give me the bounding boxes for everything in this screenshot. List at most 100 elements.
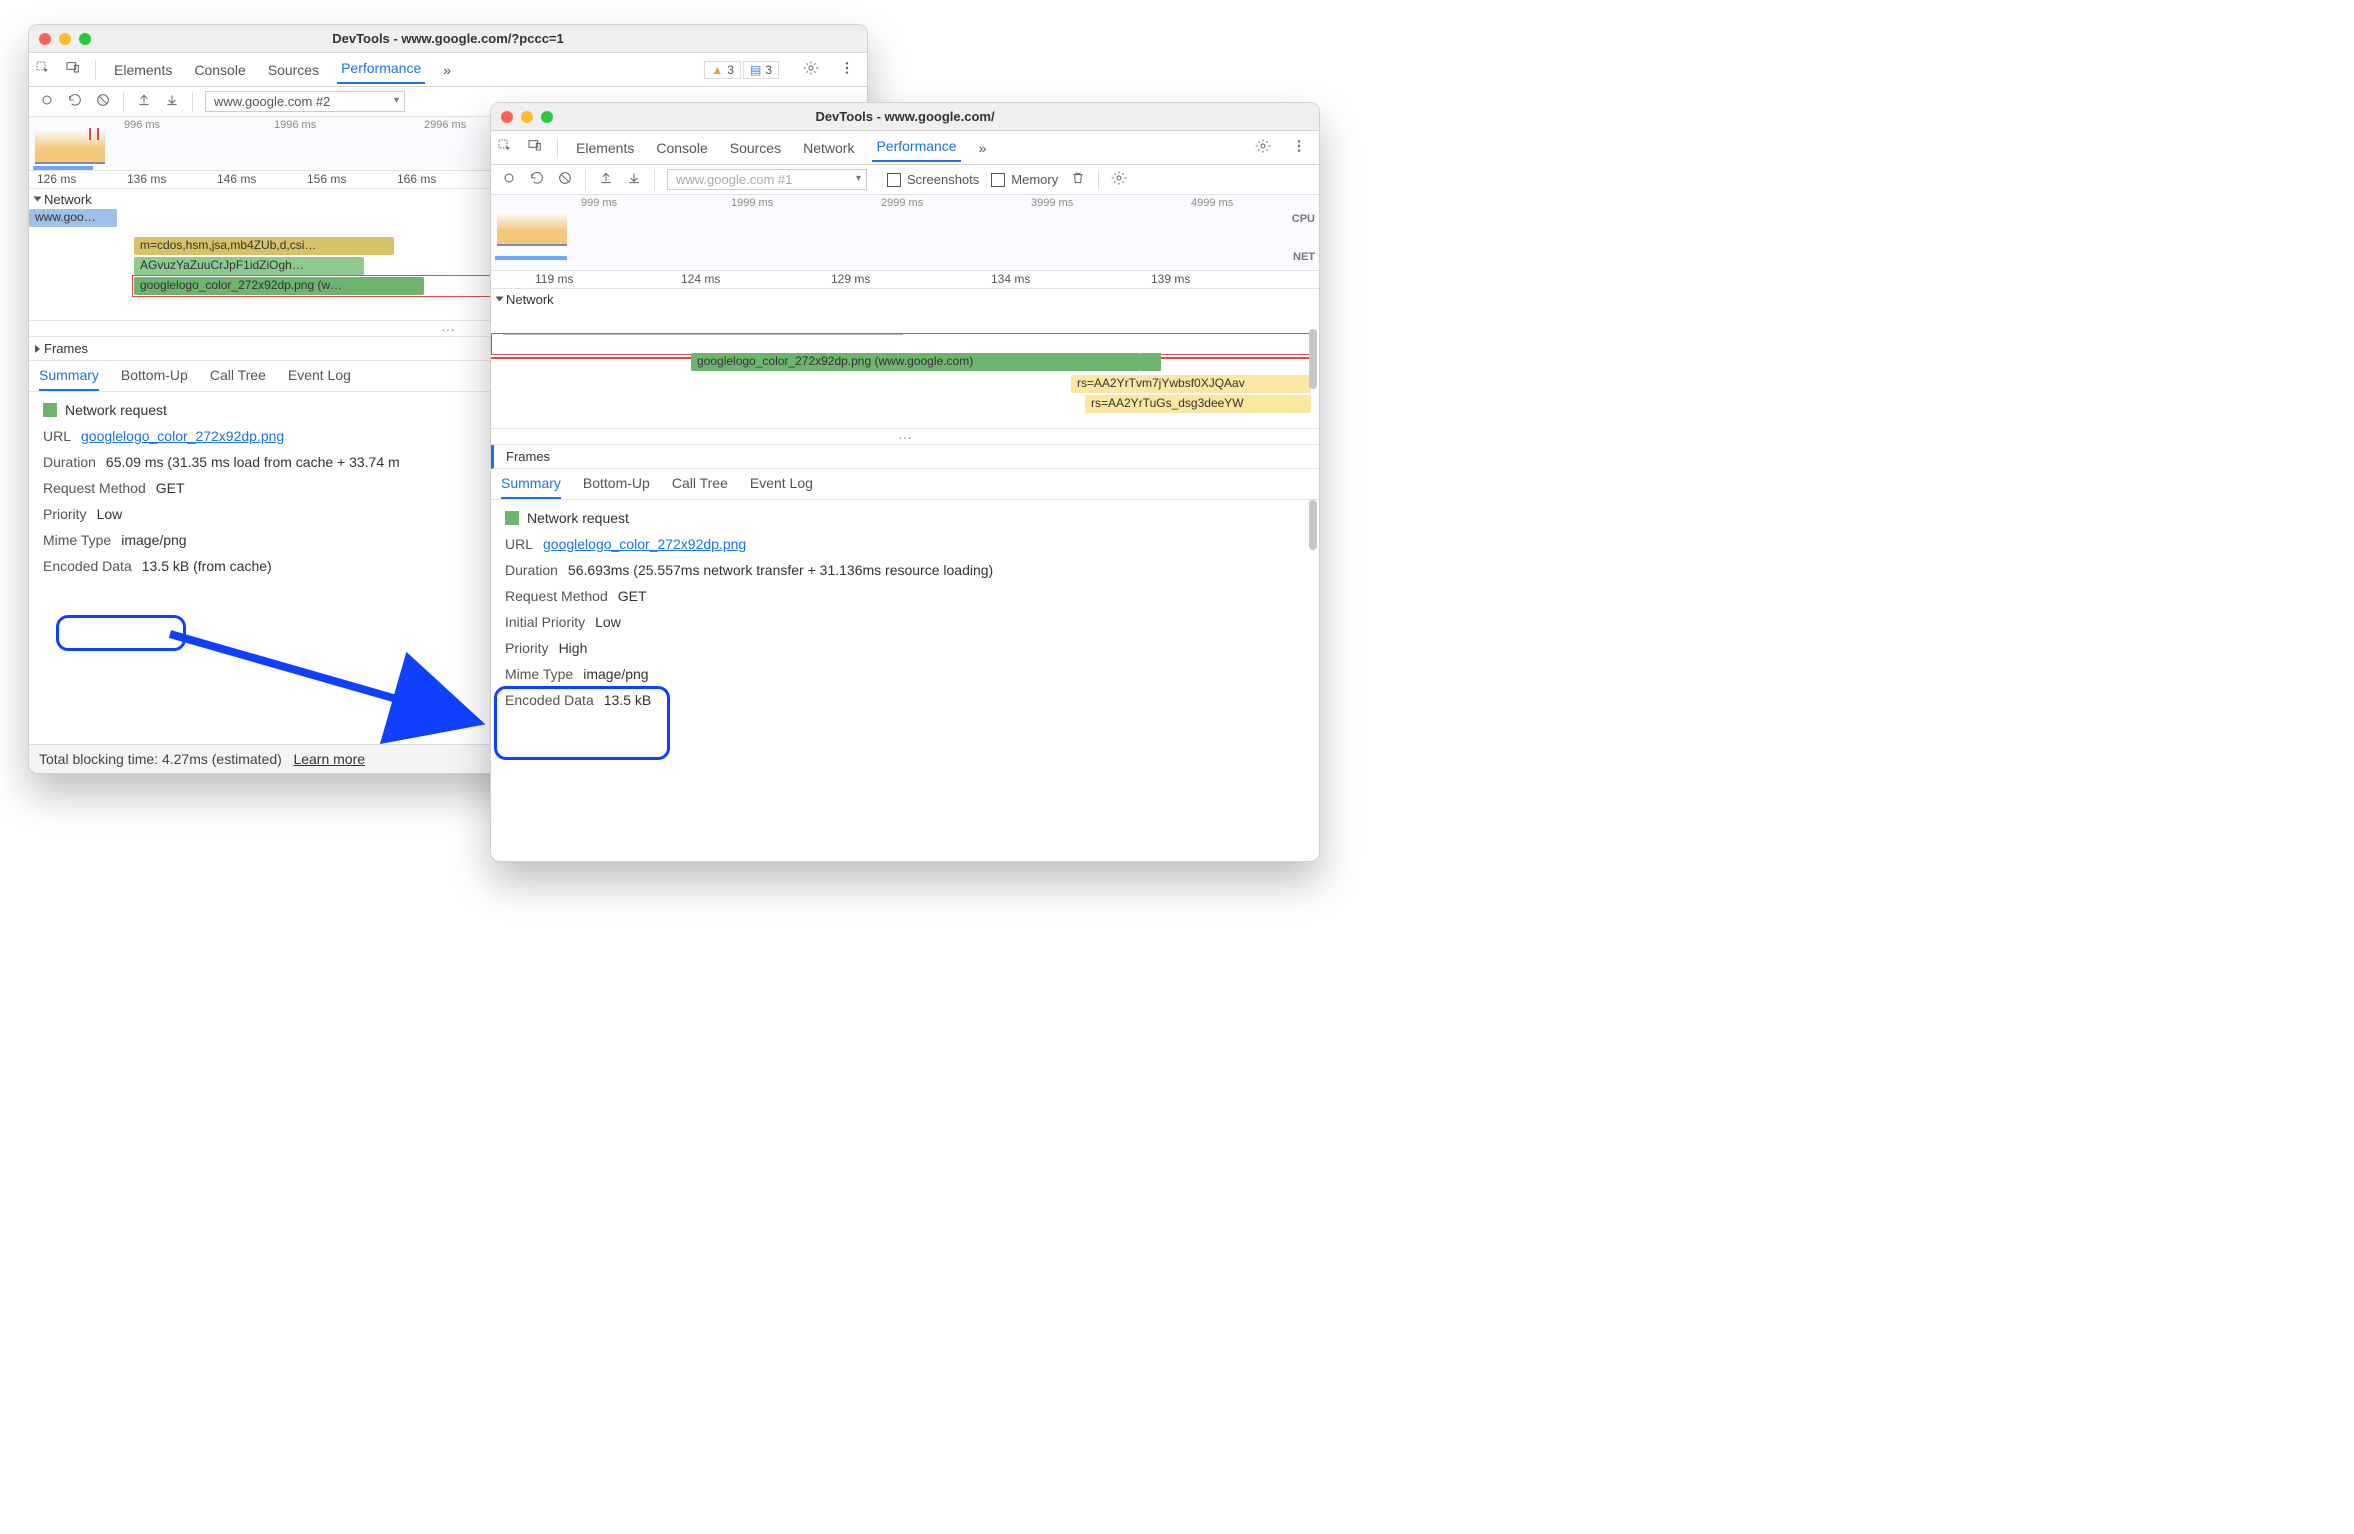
titlebar-1[interactable]: DevTools - www.google.com/?pccc=1 (29, 25, 867, 53)
more-tabs-icon[interactable]: » (439, 58, 455, 82)
checkbox-icon[interactable] (991, 173, 1005, 187)
tab-performance[interactable]: Performance (872, 134, 960, 162)
messages-badge[interactable]: ▤ 3 (743, 61, 779, 79)
scrollbar[interactable] (1309, 329, 1317, 389)
maximize-icon[interactable] (79, 33, 91, 45)
download-icon[interactable] (626, 170, 642, 189)
recording-select[interactable]: www.google.com #2 (205, 91, 405, 112)
subtab-bottom-up[interactable]: Bottom-Up (583, 475, 650, 499)
inspect-icon[interactable] (497, 138, 513, 157)
frames-lane-header[interactable]: Frames (491, 445, 1319, 469)
collapsed-lanes-indicator[interactable]: ··· (491, 429, 1319, 445)
record-icon[interactable] (501, 170, 517, 189)
device-toggle-icon[interactable] (527, 138, 543, 157)
subtab-call-tree[interactable]: Call Tree (672, 475, 728, 499)
priority-label: Priority (505, 640, 549, 656)
subtab-event-log[interactable]: Event Log (288, 367, 351, 391)
time-ruler-2[interactable]: 119 ms 124 ms 129 ms 134 ms 139 ms (491, 271, 1319, 289)
subtab-summary[interactable]: Summary (39, 367, 99, 391)
tab-network[interactable]: Network (799, 136, 858, 160)
kebab-menu-icon[interactable] (1291, 138, 1307, 157)
overview-tick: 2999 ms (881, 197, 923, 209)
record-icon[interactable] (39, 92, 55, 111)
reload-icon[interactable] (67, 92, 83, 111)
request-bar[interactable]: AGvuzYaZuuCrJpF1idZiOgh… (134, 257, 364, 275)
settings-gear-icon[interactable] (1255, 138, 1271, 157)
inspect-icon[interactable] (35, 60, 51, 79)
download-icon[interactable] (164, 92, 180, 111)
expand-icon[interactable] (35, 345, 40, 353)
priority-value: Low (97, 506, 123, 522)
reload-icon[interactable] (529, 170, 545, 189)
tab-performance[interactable]: Performance (337, 56, 425, 84)
titlebar-2[interactable]: DevTools - www.google.com/ (491, 103, 1319, 131)
device-toggle-icon[interactable] (65, 60, 81, 79)
color-swatch-icon (505, 511, 519, 525)
learn-more-link[interactable]: Learn more (293, 751, 365, 767)
memory-label: Memory (1011, 172, 1058, 187)
separator (192, 92, 193, 112)
clear-icon[interactable] (95, 92, 111, 111)
upload-icon[interactable] (598, 170, 614, 189)
issue-badges[interactable]: ▲ 3 ▤ 3 (704, 61, 779, 79)
expand-icon[interactable] (34, 197, 42, 202)
request-bar[interactable]: m=cdos,hsm,jsa,mb4ZUb,d,csi… (134, 237, 394, 255)
overview-timeline-2[interactable]: 999 ms 1999 ms 2999 ms 3999 ms 4999 ms C… (491, 195, 1319, 271)
checkbox-icon[interactable] (887, 173, 901, 187)
more-tabs-icon[interactable]: » (975, 136, 991, 160)
subtab-call-tree[interactable]: Call Tree (210, 367, 266, 391)
clear-icon[interactable] (557, 170, 573, 189)
encoded-value: 13.5 kB (from cache) (142, 558, 272, 574)
row-encoded: Encoded Data 13.5 kB (505, 692, 1305, 708)
close-icon[interactable] (39, 33, 51, 45)
upload-icon[interactable] (136, 92, 152, 111)
maximize-icon[interactable] (541, 111, 553, 123)
cpu-flame (35, 130, 105, 164)
perf-toolbar-2: www.google.com #1 Screenshots Memory (491, 165, 1319, 195)
network-lane-header[interactable]: Network (491, 289, 1319, 309)
row-mime: Mime Type image/png (505, 666, 1305, 682)
encoded-label: Encoded Data (43, 558, 132, 574)
close-icon[interactable] (501, 111, 513, 123)
separator (95, 60, 96, 80)
scrollbar[interactable] (1309, 500, 1317, 550)
screenshots-checkbox[interactable]: Screenshots (887, 172, 979, 187)
minimize-icon[interactable] (59, 33, 71, 45)
request-bar[interactable]: rs=AA2YrTuGs_dsg3deeYW (1085, 395, 1311, 413)
url-link[interactable]: googlelogo_color_272x92dp.png (543, 536, 746, 552)
subtab-event-log[interactable]: Event Log (750, 475, 813, 499)
priority-value: High (559, 640, 588, 656)
network-track-2[interactable]: googlelogo_color_272x92dp.png (www.googl… (491, 309, 1319, 429)
tab-sources[interactable]: Sources (726, 136, 785, 160)
tab-sources[interactable]: Sources (264, 58, 323, 82)
minimize-icon[interactable] (521, 111, 533, 123)
net-label: NET (1293, 251, 1315, 263)
tab-console[interactable]: Console (652, 136, 711, 160)
subtab-bottom-up[interactable]: Bottom-Up (121, 367, 188, 391)
timeline-marker (97, 128, 99, 140)
expand-icon[interactable] (496, 297, 504, 302)
url-link[interactable]: googlelogo_color_272x92dp.png (81, 428, 284, 444)
request-bar-selected[interactable]: googlelogo_color_272x92dp.png (w… (134, 277, 424, 295)
request-bar-selected[interactable]: googlelogo_color_272x92dp.png (www.googl… (691, 353, 1141, 371)
window-title: DevTools - www.google.com/?pccc=1 (29, 31, 867, 46)
selection-outline (491, 333, 1317, 355)
warnings-badge[interactable]: ▲ 3 (704, 61, 741, 79)
method-label: Request Method (43, 480, 146, 496)
kebab-menu-icon[interactable] (839, 60, 855, 79)
request-bar[interactable]: rs=AA2YrTvm7jYwbsf0XJQAav (1071, 375, 1311, 393)
request-bar[interactable]: www.goo… (29, 209, 117, 227)
settings-gear-icon[interactable] (803, 60, 819, 79)
ruler-tick: 139 ms (1151, 272, 1190, 286)
panel-settings-gear-icon[interactable] (1111, 170, 1127, 189)
tab-console[interactable]: Console (190, 58, 249, 82)
ruler-tick: 126 ms (37, 172, 76, 186)
tab-elements[interactable]: Elements (572, 136, 638, 160)
trash-icon[interactable] (1070, 170, 1086, 189)
subtab-summary[interactable]: Summary (501, 475, 561, 499)
tab-elements[interactable]: Elements (110, 58, 176, 82)
memory-checkbox[interactable]: Memory (991, 172, 1058, 187)
ruler-tick: 119 ms (535, 272, 573, 286)
detail-sub-tabs-2: Summary Bottom-Up Call Tree Event Log (491, 469, 1319, 500)
recording-select[interactable]: www.google.com #1 (667, 169, 867, 190)
